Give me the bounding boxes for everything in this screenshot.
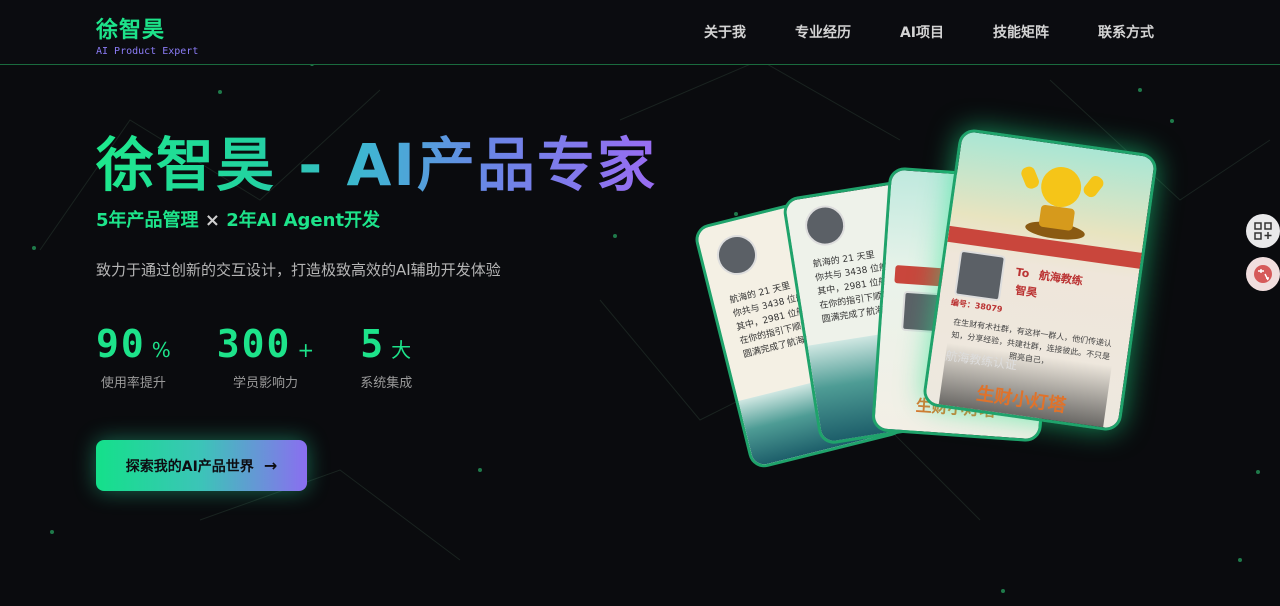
stat-value: 300: [216, 322, 292, 366]
stats-row: 90 % 使用率提升 300 + 学员影响力 5 大 系统集成: [96, 322, 458, 391]
avatar: [954, 249, 1007, 302]
explore-button[interactable]: 探索我的AI产品世界 →: [96, 440, 307, 491]
stat-systems: 5 大 系统集成: [360, 322, 412, 391]
stat-label: 学员影响力: [232, 376, 298, 391]
stat-unit: 大: [391, 338, 412, 362]
brand-name: 徐智昊: [96, 18, 166, 43]
hero-sub-times: ×: [204, 210, 220, 231]
arrow-right-icon: →: [263, 456, 278, 475]
nav-ai-projects[interactable]: AI项目: [900, 22, 944, 42]
top-header: 徐智昊 AI Product Expert 关于我 专业经历 AI项目 技能矩阵…: [0, 0, 1280, 65]
certificate-cards: 航海的 21 天里 你共与 3438 位船员 其中，2981 位船员 在你的指引…: [690, 120, 1190, 480]
main-nav: 关于我 专业经历 AI项目 技能矩阵 联系方式: [704, 22, 1154, 42]
stat-students: 300 + 学员影响力: [217, 322, 314, 391]
stat-value: 90: [96, 322, 146, 366]
side-translate-button[interactable]: [1246, 257, 1280, 291]
hero-description: 致力于通过创新的交互设计，打造极致高效的AI辅助开发体验: [96, 261, 501, 279]
certificate-card-front: 编号：38079 To 航海教练 智昊 在生财有术社群，有这样一群人，他们传递认…: [921, 127, 1159, 433]
avatar: [712, 230, 762, 280]
side-qr-button[interactable]: [1246, 214, 1280, 248]
hero-sub-right: 2年AI Agent开发: [226, 210, 381, 231]
stat-value: 5: [360, 322, 386, 366]
nav-contact[interactable]: 联系方式: [1098, 22, 1154, 42]
nav-about[interactable]: 关于我: [704, 22, 746, 42]
translate-icon: [1254, 265, 1272, 283]
brand-logo[interactable]: 徐智昊 AI Product Expert: [96, 12, 198, 57]
stat-unit: +: [297, 338, 315, 362]
card-to-label: To: [1014, 265, 1031, 281]
nav-experience[interactable]: 专业经历: [795, 22, 851, 42]
brand-subtitle: AI Product Expert: [96, 46, 199, 57]
card-role: 航海教练: [1038, 268, 1084, 288]
stat-usage: 90 % 使用率提升: [96, 322, 171, 391]
stat-unit: %: [151, 338, 171, 362]
stat-label: 使用率提升: [100, 376, 166, 391]
card-person: 智昊: [1014, 283, 1039, 300]
hero-subtitle: 5年产品管理 × 2年AI Agent开发: [96, 206, 380, 232]
trophy-figure-icon: [1021, 166, 1104, 240]
hero-sub-left: 5年产品管理: [96, 210, 199, 231]
explore-button-label: 探索我的AI产品世界: [125, 458, 254, 475]
avatar: [802, 202, 848, 249]
hero-title: 徐智昊 - AI产品专家: [96, 118, 657, 202]
qr-grid-icon: [1254, 222, 1272, 240]
stat-label: 系统集成: [360, 376, 413, 391]
nav-skills[interactable]: 技能矩阵: [993, 22, 1049, 42]
